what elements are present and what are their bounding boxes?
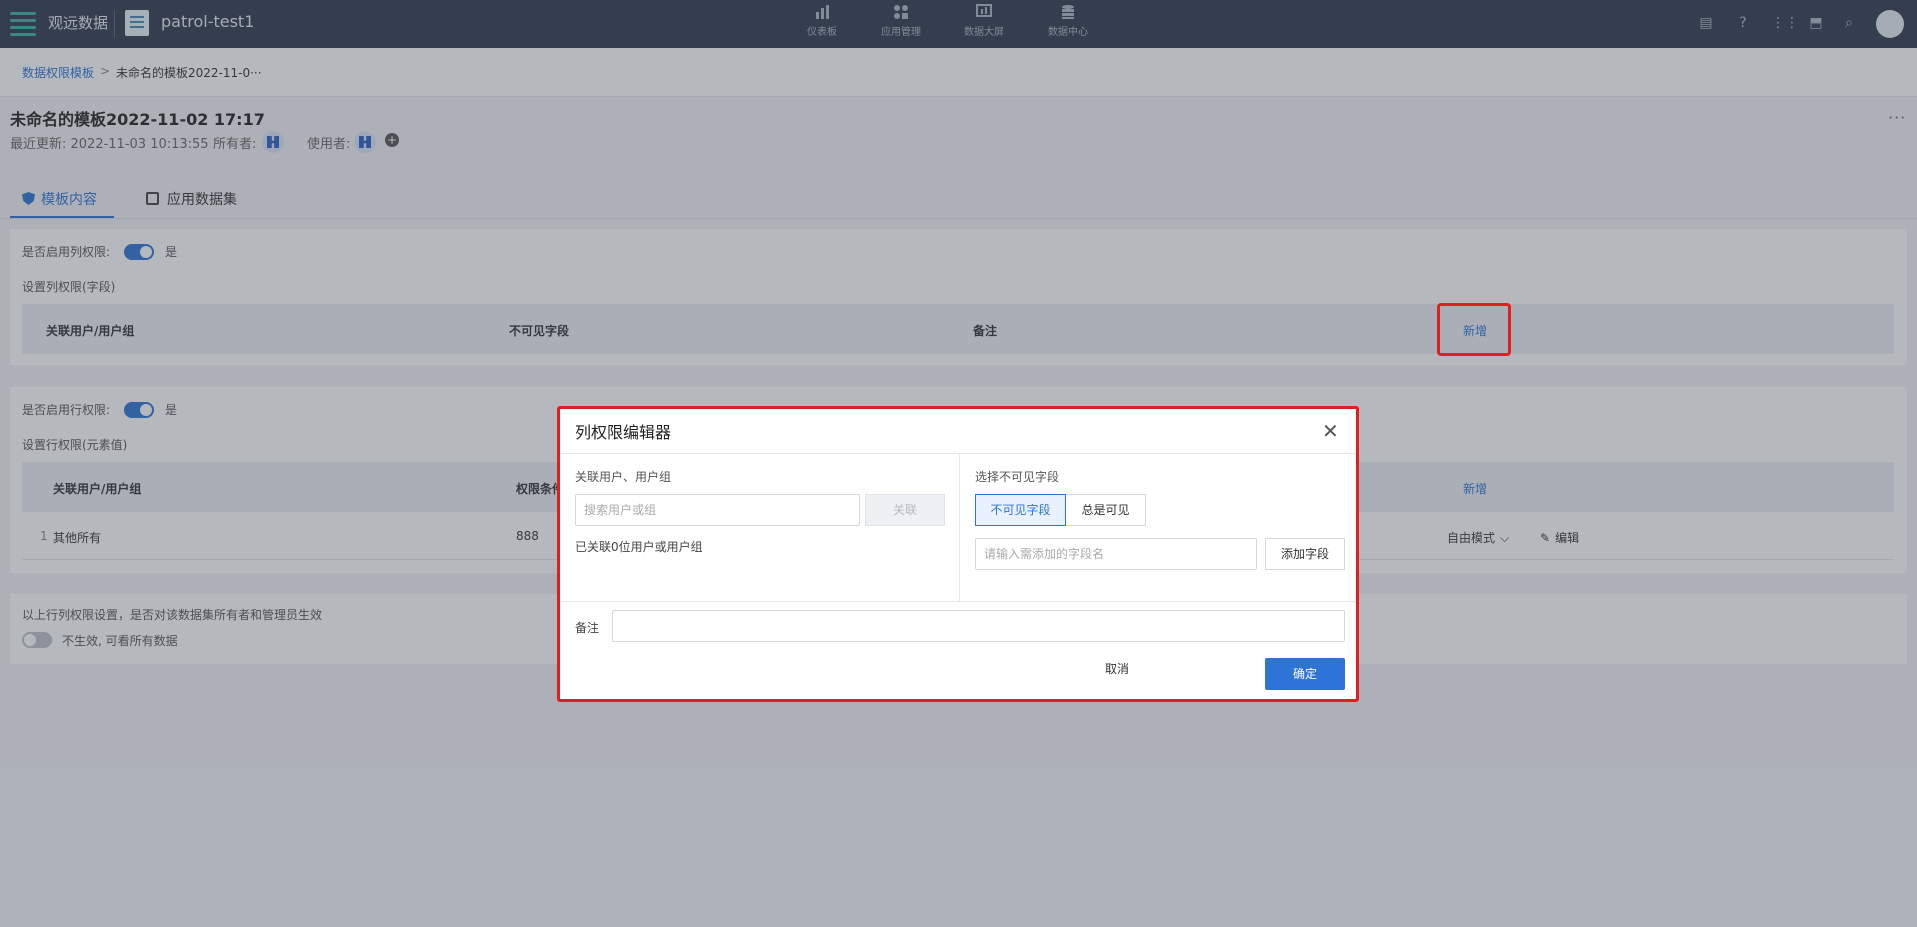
column-permission-editor-modal: 列权限编辑器 ✕ 关联用户、用户组 搜索用户或组 关联 已关联0位用户或用户组 … (557, 406, 1359, 702)
close-icon[interactable]: ✕ (1322, 419, 1339, 443)
modal-title: 列权限编辑器 (575, 423, 672, 442)
add-field-button[interactable]: 添加字段 (1265, 538, 1345, 570)
note-label: 备注 (575, 621, 600, 635)
note-input[interactable] (612, 610, 1345, 642)
invisible-fields-label: 选择不可见字段 (975, 470, 1060, 484)
modal-header-divider (560, 453, 1356, 454)
linked-count: 已关联0位用户或用户组 (575, 540, 703, 554)
linked-users-label: 关联用户、用户组 (575, 470, 672, 484)
field-name-input[interactable]: 请输入需添加的字段名 (975, 538, 1257, 570)
modal-body-divider (560, 601, 1356, 602)
link-button[interactable]: 关联 (865, 494, 945, 526)
segment-invisible-fields[interactable]: 不可见字段 (975, 494, 1066, 526)
segment-always-visible[interactable]: 总是可见 (1066, 494, 1146, 526)
cancel-button[interactable]: 取消 (1105, 660, 1129, 677)
confirm-button[interactable]: 确定 (1265, 658, 1345, 690)
modal-column-divider (959, 454, 960, 601)
user-search-input[interactable]: 搜索用户或组 (575, 494, 860, 526)
highlight-box (1437, 303, 1511, 356)
